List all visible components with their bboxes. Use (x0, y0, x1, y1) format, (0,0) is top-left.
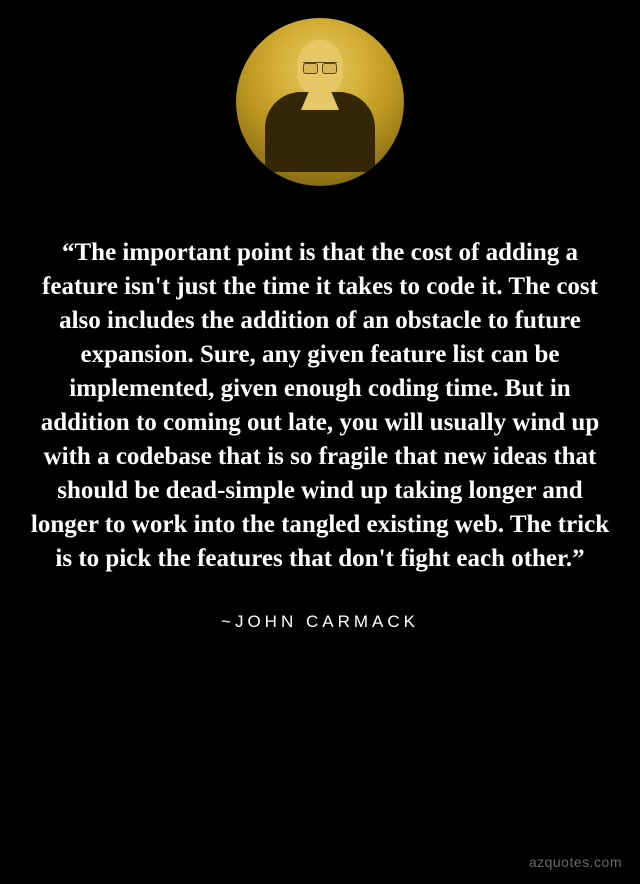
avatar-head (297, 40, 343, 96)
author-attribution: ~JOHN CARMACK (0, 612, 640, 632)
glasses-icon (303, 62, 337, 70)
author-name: JOHN CARMACK (235, 612, 419, 631)
avatar-figure (265, 40, 375, 180)
author-avatar (236, 18, 404, 186)
author-prefix: ~ (221, 612, 235, 631)
avatar-container (0, 0, 640, 186)
source-watermark: azquotes.com (529, 854, 622, 870)
avatar-shoulders (265, 92, 375, 172)
avatar-collar (301, 92, 339, 110)
quote-text: “The important point is that the cost of… (0, 186, 640, 576)
